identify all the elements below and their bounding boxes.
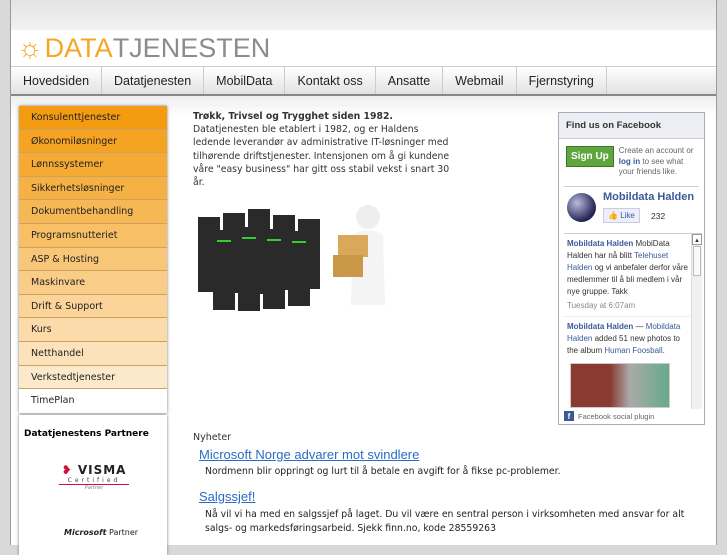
sidebar-item-1[interactable]: Økonomiløsninger (19, 129, 167, 154)
facebook-icon: f (564, 411, 574, 421)
facebook-footer-text[interactable]: Facebook social plugin (578, 412, 654, 421)
page-name-link[interactable]: Mobildata Halden (603, 191, 694, 203)
album-photo[interactable] (570, 363, 670, 408)
sun-icon: ☼ (17, 32, 43, 63)
signup-button[interactable]: Sign Up (566, 146, 614, 167)
facebook-stream[interactable]: Mobildata Halden MobiData Halden har nå … (564, 233, 702, 409)
stream-post: Mobildata Halden MobiData Halden har nå … (564, 234, 702, 316)
logo-part1: DATA (44, 32, 113, 63)
scroll-thumb[interactable] (693, 246, 701, 276)
intro-bold: Trøkk, Trivsel og Trygghet siden 1982. (193, 111, 393, 122)
like-button[interactable]: 👍 Like (603, 208, 640, 223)
top-strip (11, 0, 716, 30)
news-link-salgssjef[interactable]: Salgssjef! (199, 489, 255, 504)
facebook-footer: f Facebook social plugin (564, 411, 654, 421)
stream-scrollbar[interactable]: ▲ (691, 234, 702, 409)
page-frame: ☼ DATA TJENESTEN Hovedsiden Datatjenesten… (10, 0, 717, 555)
post-time: Tuesday at 6:07am (567, 301, 636, 310)
intro-text: Trøkk, Trivsel og Trygghet siden 1982. D… (193, 110, 458, 189)
page-avatar[interactable] (567, 193, 596, 222)
sidebar-item-9[interactable]: Kurs (19, 318, 167, 342)
facebook-header: Find us on Facebook (559, 113, 704, 139)
news-body: Nå vil vi ha med en salgssjef på laget. … (205, 509, 685, 534)
microsoft-partner-logo[interactable]: Microsoft Partner (64, 528, 138, 537)
facebook-widget: Find us on Facebook Sign Up Create an acc… (558, 112, 705, 425)
sidebar-item-0[interactable]: Konsulenttjenester (19, 106, 167, 130)
sidebar-item-7[interactable]: Maskinvare (19, 271, 167, 295)
intro-body: Datatjenesten ble etablert i 1982, og er… (193, 124, 450, 189)
visma-logo[interactable]: ❥ VISMA Certified Partner (59, 463, 129, 491)
sidebar-item-4[interactable]: Dokumentbehandling (19, 200, 167, 224)
post-dash: — (633, 322, 646, 331)
partners-box: Datatjenestens Partnere ❥ VISMA Certifie… (19, 415, 167, 555)
nav-webmail[interactable]: Webmail (443, 67, 517, 94)
nav-datatjenesten[interactable]: Datatjenesten (102, 67, 205, 94)
nav-kontakt-oss[interactable]: Kontakt oss (285, 67, 376, 94)
scroll-up-icon[interactable]: ▲ (692, 234, 702, 245)
news-body: Nordmenn blir oppringt og lurt til å bet… (205, 466, 561, 477)
visma-text: VISMA (77, 463, 127, 477)
like-label: Like (620, 211, 635, 220)
album-link[interactable]: Human Foosball (604, 346, 662, 355)
nav-mobildata[interactable]: MobilData (204, 67, 286, 94)
ms-text: Microsoft (64, 528, 107, 537)
logo[interactable]: ☼ DATA TJENESTEN (17, 32, 270, 64)
visma-certified: Certified (59, 477, 129, 485)
nav-hovedsiden[interactable]: Hovedsiden (11, 67, 103, 94)
news-link-microsoft[interactable]: Microsoft Norge advarer mot svindlere (199, 447, 419, 462)
main-nav: Hovedsiden Datatjenesten MobilData Konta… (11, 66, 716, 96)
sidebar-item-12[interactable]: TimePlan (19, 389, 167, 413)
facebook-create-text: Sign Up Create an account or log in to se… (566, 146, 700, 178)
nav-fjernstyring[interactable]: Fjernstyring (517, 67, 607, 94)
post-dot: . (662, 346, 665, 355)
sidebar-item-6[interactable]: ASP & Hosting (19, 247, 167, 272)
sidebar-menu: Konsulenttjenester Økonomiløsninger Lønnss… (19, 106, 167, 413)
news-heading: Nyheter (193, 432, 232, 443)
like-count: 232 (651, 211, 666, 221)
partners-title: Datatjenestens Partnere (24, 429, 149, 439)
logo-part2: TJENESTEN (112, 32, 271, 63)
sidebar-item-8[interactable]: Drift & Support (19, 294, 167, 319)
sidebar-item-3[interactable]: Sikkerhetsløsninger (19, 176, 167, 201)
ms-partner-text: Partner (109, 528, 139, 537)
sidebar-item-11[interactable]: Verkstedtjenester (19, 365, 167, 390)
post-author[interactable]: Mobildata Halden (567, 239, 633, 248)
servers-illustration (198, 205, 385, 311)
sidebar-item-2[interactable]: Lønnssystemer (19, 153, 167, 177)
nav-ansatte[interactable]: Ansatte (376, 67, 444, 94)
login-link[interactable]: log in (619, 157, 640, 166)
sidebar-item-10[interactable]: Netthandel (19, 341, 167, 366)
thumbs-up-icon: 👍 (608, 211, 618, 220)
post-author[interactable]: Mobildata Halden (567, 322, 633, 331)
sidebar-item-5[interactable]: Programsnutteriet (19, 223, 167, 248)
stream-post: Mobildata Halden — Mobildata Halden adde… (564, 316, 702, 409)
create-text: Create an account or (618, 146, 694, 155)
visma-partner: Partner (84, 485, 104, 491)
